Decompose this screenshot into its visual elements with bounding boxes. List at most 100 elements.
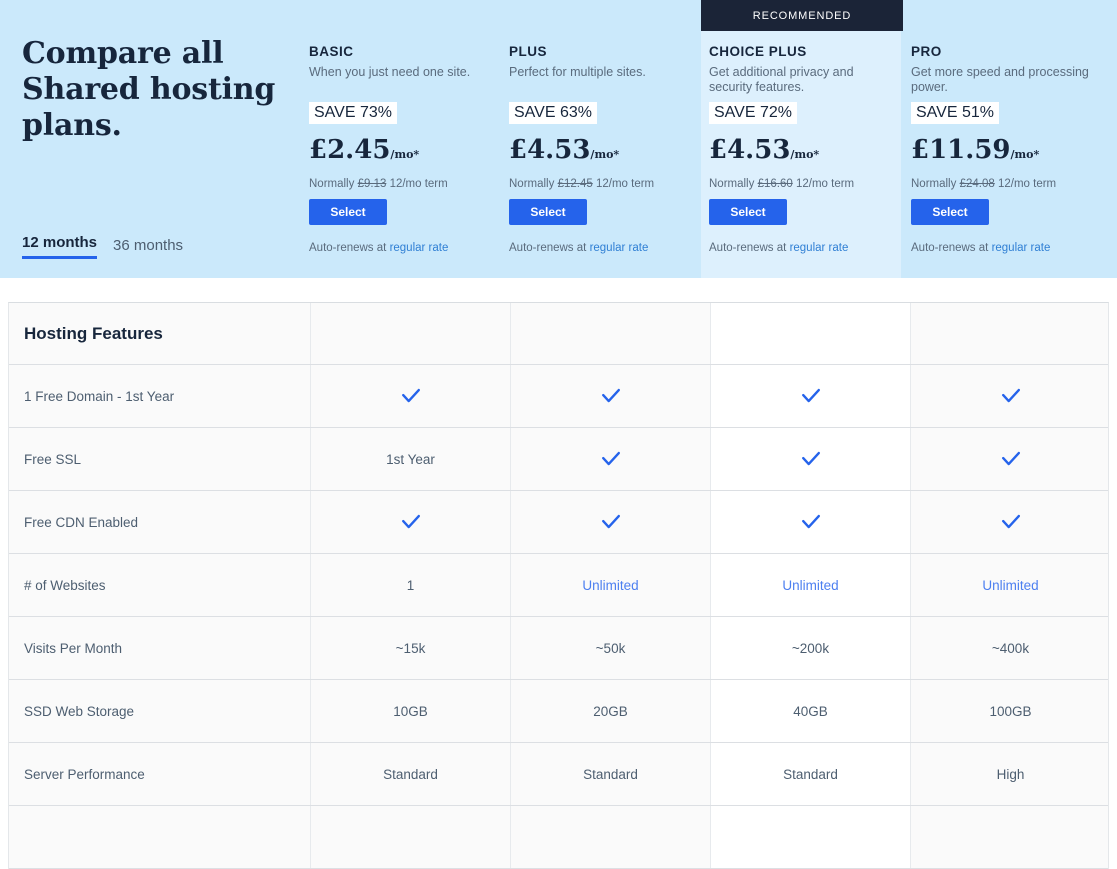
plan-name-plus: PLUS — [509, 44, 548, 59]
feature-cell-plus — [510, 806, 710, 868]
table-row: Free SSL 1st Year — [9, 428, 1108, 491]
term-tab-36-months[interactable]: 36 months — [113, 237, 183, 259]
feature-cell-basic — [310, 806, 510, 868]
check-icon — [1000, 385, 1022, 407]
feature-cell-choice-plus: Unlimited — [710, 554, 910, 616]
price-period: /mo* — [790, 148, 820, 161]
feature-value: Unlimited — [782, 577, 839, 593]
select-button-basic[interactable]: Select — [309, 199, 387, 225]
feature-cell-plus: 20GB — [510, 680, 710, 742]
select-button-pro[interactable]: Select — [911, 199, 989, 225]
feature-cell-pro: 100GB — [910, 680, 1110, 742]
feature-cell-basic — [310, 365, 510, 427]
price-amount: £11.59 — [911, 135, 1011, 165]
normally-struck-price: £9.13 — [357, 178, 387, 190]
feature-cell-pro: High — [910, 743, 1110, 805]
hosting-features-table: Hosting Features 1 Free Domain - 1st Year… — [8, 302, 1109, 869]
autorenew-prefix: Auto-renews at — [309, 242, 387, 254]
feature-cell-pro: ~400k — [910, 617, 1110, 679]
feature-cell-basic — [310, 491, 510, 553]
plan-price-basic: £2.45/mo* — [309, 135, 495, 170]
feature-value: Standard — [783, 766, 838, 782]
feature-value: High — [996, 766, 1025, 782]
check-icon — [600, 511, 622, 533]
table-header-cell-basic — [310, 303, 510, 364]
plan-tagline-pro: Get more speed and processing power. — [911, 65, 1089, 94]
plan-card-plus: PLUS Perfect for multiple sites. SAVE 63… — [501, 0, 701, 278]
term-tab-12-months[interactable]: 12 months — [22, 234, 98, 259]
plan-price-choice-plus: £4.53/mo* — [709, 135, 895, 170]
page-title: Compare all Shared hosting plans. — [22, 36, 276, 143]
regular-rate-link[interactable]: regular rate — [590, 242, 649, 254]
price-period: /mo* — [1010, 148, 1040, 161]
check-icon — [400, 385, 422, 407]
feature-label: SSD Web Storage — [24, 703, 135, 719]
price-amount: £4.53 — [509, 135, 591, 165]
save-badge-choice-plus: SAVE 72% — [709, 102, 797, 124]
plan-card-pro: PRO Get more speed and processing power.… — [903, 0, 1103, 278]
table-row: SSD Web Storage 10GB 20GB 40GB 100GB — [9, 680, 1108, 743]
check-icon — [800, 385, 822, 407]
normally-suffix: 12/mo term — [795, 178, 855, 190]
table-header-cell-plus — [510, 303, 710, 364]
feature-cell-basic: 1st Year — [310, 428, 510, 490]
table-header-cell-pro — [910, 303, 1110, 364]
feature-cell-plus: Standard — [510, 743, 710, 805]
table-header-label: Hosting Features — [24, 323, 163, 343]
feature-cell-choice-plus: 40GB — [710, 680, 910, 742]
feature-cell-pro — [910, 491, 1110, 553]
feature-cell-pro: Unlimited — [910, 554, 1110, 616]
feature-value: 1 — [406, 577, 415, 593]
normally-prefix: Normally — [709, 178, 755, 190]
check-icon — [1000, 511, 1022, 533]
feature-value: ~15k — [395, 640, 426, 656]
plan-name-pro: PRO — [911, 44, 942, 59]
plan-tagline-plus: Perfect for multiple sites. — [509, 65, 646, 79]
plan-normally-choice-plus: Normally £16.60 12/mo term — [709, 178, 895, 190]
feature-label: Free SSL — [24, 451, 82, 467]
feature-cell-choice-plus — [710, 491, 910, 553]
table-row: Visits Per Month ~15k ~50k ~200k ~400k — [9, 617, 1108, 680]
plan-comparison-hero: Compare all Shared hosting plans. 12 mon… — [0, 0, 1117, 278]
select-button-choice-plus[interactable]: Select — [709, 199, 787, 225]
feature-value: ~400k — [991, 640, 1030, 656]
normally-prefix: Normally — [509, 178, 555, 190]
feature-cell-plus — [510, 491, 710, 553]
autorenew-note-basic: Auto-renews at regular rate — [309, 242, 495, 254]
check-icon — [1000, 448, 1022, 470]
feature-cell-plus — [510, 365, 710, 427]
recommended-badge: RECOMMENDED — [701, 0, 903, 31]
price-amount: £4.53 — [709, 135, 791, 165]
feature-value: Unlimited — [982, 577, 1039, 593]
feature-value: 40GB — [793, 703, 828, 719]
regular-rate-link[interactable]: regular rate — [790, 242, 849, 254]
autorenew-prefix: Auto-renews at — [911, 242, 989, 254]
check-icon — [600, 385, 622, 407]
normally-suffix: 12/mo term — [389, 178, 448, 190]
feature-cell-plus: Unlimited — [510, 554, 710, 616]
feature-value: 20GB — [593, 703, 628, 719]
price-period: /mo* — [390, 148, 420, 161]
save-badge-basic: SAVE 73% — [309, 102, 397, 124]
price-amount: £2.45 — [309, 135, 391, 165]
save-badge-plus: SAVE 63% — [509, 102, 597, 124]
feature-cell-basic: ~15k — [310, 617, 510, 679]
feature-label: Visits Per Month — [24, 640, 123, 656]
autorenew-note-choice-plus: Auto-renews at regular rate — [709, 242, 895, 254]
feature-cell-pro — [910, 428, 1110, 490]
feature-label: 1 Free Domain - 1st Year — [24, 388, 175, 404]
autorenew-prefix: Auto-renews at — [509, 242, 587, 254]
regular-rate-link[interactable]: regular rate — [992, 242, 1051, 254]
save-badge-pro: SAVE 51% — [911, 102, 999, 124]
feature-value: ~50k — [595, 640, 626, 656]
normally-struck-price: £24.08 — [959, 178, 995, 190]
autorenew-note-pro: Auto-renews at regular rate — [911, 242, 1097, 254]
feature-label: Server Performance — [24, 766, 145, 782]
select-button-plus[interactable]: Select — [509, 199, 587, 225]
feature-cell-choice-plus: ~200k — [710, 617, 910, 679]
regular-rate-link[interactable]: regular rate — [390, 242, 449, 254]
feature-cell-basic: 10GB — [310, 680, 510, 742]
feature-cell-plus: ~50k — [510, 617, 710, 679]
normally-struck-price: £16.60 — [757, 178, 793, 190]
feature-label — [9, 806, 310, 868]
